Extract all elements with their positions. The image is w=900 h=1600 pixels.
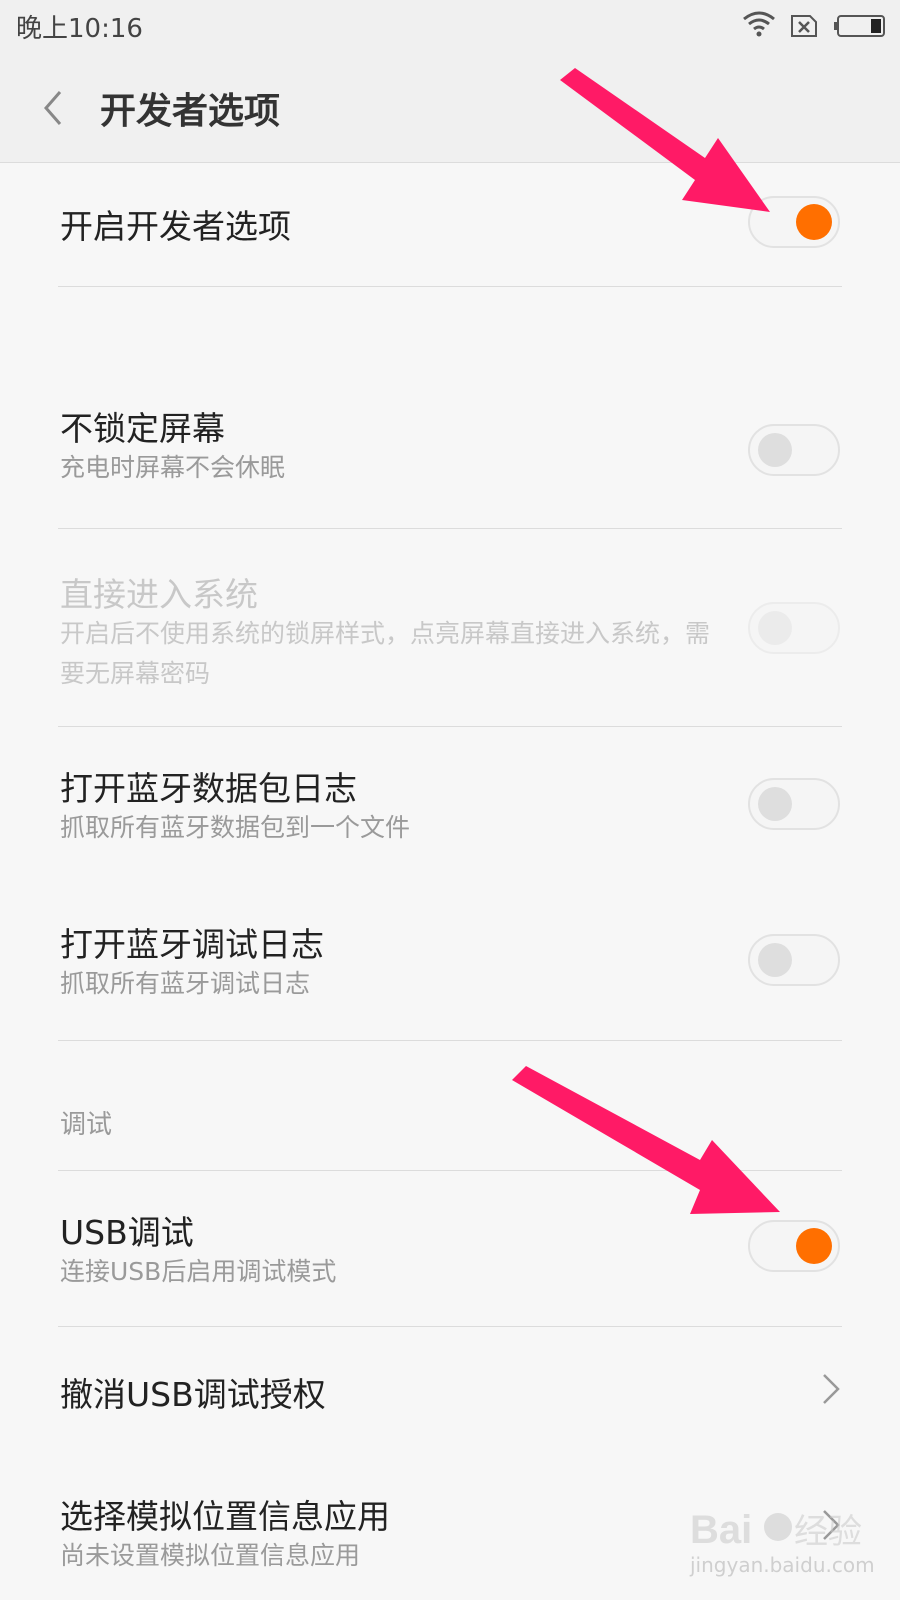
svg-text:经验: 经验 xyxy=(794,1512,862,1552)
svg-text:Bai: Bai xyxy=(690,1508,752,1552)
status-time: 晚上10:16 xyxy=(16,14,143,44)
divider xyxy=(58,726,842,727)
setting-description: 连接USB后启用调试模式 xyxy=(60,1257,337,1286)
divider xyxy=(58,286,842,287)
setting-label: 选择模拟位置信息应用 xyxy=(60,1497,390,1536)
page-title: 开发者选项 xyxy=(100,91,281,132)
setting-bluetooth-packet-log[interactable]: 打开蓝牙数据包日志 抓取所有蓝牙数据包到一个文件 xyxy=(0,760,900,870)
toggle-knob xyxy=(758,943,792,977)
setting-description: 抓取所有蓝牙数据包到一个文件 xyxy=(60,813,411,842)
setting-stay-awake[interactable]: 不锁定屏幕 充电时屏幕不会休眠 xyxy=(0,400,900,520)
bluetooth-debug-log-toggle[interactable] xyxy=(748,934,840,986)
setting-label: 不锁定屏幕 xyxy=(60,409,225,448)
setting-description: 开启后不使用系统的锁屏样式，点亮屏幕直接进入系统，需要无屏幕密码 xyxy=(60,619,711,688)
divider xyxy=(58,1326,842,1327)
setting-usb-debugging[interactable]: USB调试 连接USB后启用调试模式 xyxy=(0,1204,900,1324)
stay-awake-toggle[interactable] xyxy=(748,424,840,476)
setting-revoke-usb-authorizations[interactable]: 撤消USB调试授权 xyxy=(0,1340,900,1440)
status-bar: 晚上10:16 xyxy=(0,0,900,50)
toggle-knob xyxy=(758,611,792,645)
setting-label: 打开蓝牙数据包日志 xyxy=(60,769,357,808)
section-header-debugging: 调试 xyxy=(60,1110,113,1140)
divider xyxy=(58,528,842,529)
setting-enable-developer-options[interactable]: 开启开发者选项 xyxy=(0,162,900,286)
toggle-knob xyxy=(796,204,832,240)
setting-label: 开启开发者选项 xyxy=(60,207,291,246)
setting-description: 充电时屏幕不会休眠 xyxy=(60,453,286,482)
usb-debugging-toggle[interactable] xyxy=(748,1220,840,1272)
watermark-url: jingyan.baidu.com xyxy=(690,1553,875,1577)
setting-description: 尚未设置模拟位置信息应用 xyxy=(60,1541,361,1570)
chevron-right-icon xyxy=(823,1374,840,1404)
back-arrow-icon[interactable] xyxy=(38,88,68,128)
title-bar: 开发者选项 xyxy=(0,50,900,163)
setting-bluetooth-debug-log[interactable]: 打开蓝牙调试日志 抓取所有蓝牙调试日志 xyxy=(0,918,900,1028)
battery-icon xyxy=(834,15,885,37)
setting-label: 直接进入系统 xyxy=(60,575,258,614)
wifi-icon xyxy=(743,11,775,37)
divider xyxy=(58,1170,842,1171)
setting-description: 抓取所有蓝牙调试日志 xyxy=(60,969,311,998)
divider xyxy=(58,1040,842,1041)
bluetooth-packet-log-toggle[interactable] xyxy=(748,778,840,830)
toggle-knob xyxy=(796,1228,832,1264)
enable-developer-toggle[interactable] xyxy=(748,196,840,248)
setting-direct-entry: 直接进入系统 开启后不使用系统的锁屏样式，点亮屏幕直接进入系统，需要无屏幕密码 xyxy=(0,560,900,710)
setting-label: 撤消USB调试授权 xyxy=(60,1375,326,1414)
toggle-knob xyxy=(758,787,792,821)
toggle-knob xyxy=(758,433,792,467)
direct-entry-toggle xyxy=(748,602,840,654)
baidu-watermark: Bai 经验 jingyan.baidu.com xyxy=(690,1495,890,1585)
setting-label: 打开蓝牙调试日志 xyxy=(60,925,324,964)
setting-label: USB调试 xyxy=(60,1213,194,1252)
no-sim-icon xyxy=(791,15,817,37)
